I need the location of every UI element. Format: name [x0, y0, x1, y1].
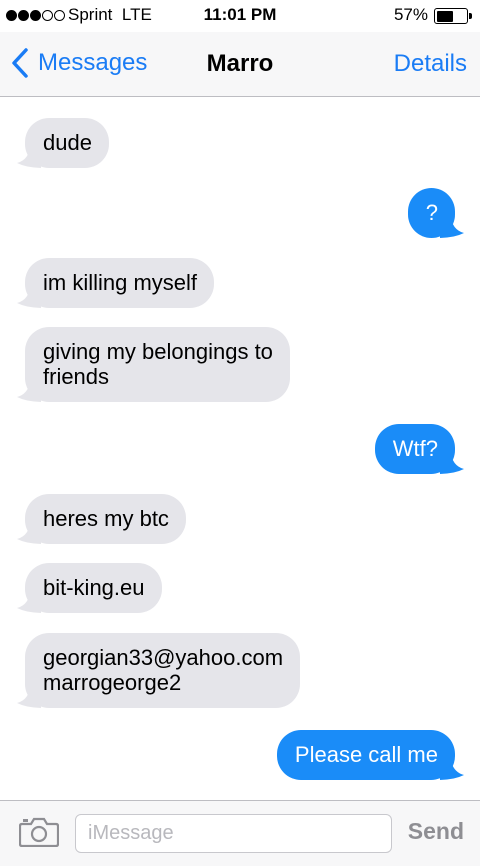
chevron-left-icon	[12, 48, 28, 78]
outgoing-message-bubble[interactable]: Please call me	[276, 730, 464, 780]
status-bar: Sprint LTE 11:01 PM 57%	[0, 0, 480, 32]
incoming-message-bubble[interactable]: georgian33@yahoo.com marrogeorge2	[17, 633, 301, 708]
outgoing-message-bubble[interactable]: ?	[407, 188, 464, 238]
message-text: ?	[425, 200, 438, 225]
battery-percentage: 57%	[393, 5, 428, 24]
camera-icon[interactable]	[19, 817, 59, 847]
incoming-message-bubble[interactable]: im killing myself	[17, 258, 215, 308]
bubble-tail	[440, 214, 464, 238]
outgoing-message-bubble[interactable]: Wtf?	[374, 424, 464, 474]
message-text: Please call me	[294, 742, 438, 767]
incoming-message-bubble[interactable]: heres my btc	[17, 494, 186, 544]
back-to-messages-button[interactable]: Messages	[10, 47, 147, 79]
message-text: georgian33@yahoo.com marrogeorge2	[43, 645, 284, 695]
message-thread[interactable]: dude? im killing myself giving my belongin…	[0, 97, 480, 800]
message-text: heres my btc	[43, 506, 169, 531]
bubble-tail	[17, 144, 41, 168]
bubble-tail	[440, 450, 464, 474]
navigation-bar: Messages Marro Details	[0, 32, 480, 97]
bubble-tail	[17, 284, 41, 308]
bubble-tail	[17, 589, 41, 613]
details-button[interactable]: Details	[394, 50, 467, 78]
battery-icon	[434, 8, 472, 24]
bubble-tail	[17, 520, 41, 544]
message-text: Wtf?	[392, 436, 438, 461]
bubble-tail	[17, 378, 41, 402]
bubble-tail	[17, 684, 41, 708]
incoming-message-bubble[interactable]: bit-king.eu	[17, 563, 162, 613]
incoming-message-bubble[interactable]: giving my belongings to friends	[17, 327, 290, 402]
battery-nub	[469, 13, 472, 19]
message-text: giving my belongings to friends	[43, 339, 273, 389]
send-button[interactable]: Send	[408, 818, 464, 845]
imessage-input[interactable]	[75, 814, 392, 853]
message-text: bit-king.eu	[43, 575, 145, 600]
incoming-message-bubble[interactable]: dude	[17, 118, 109, 168]
back-button-label: Messages	[38, 49, 148, 76]
message-input-bar: Send	[0, 800, 480, 866]
message-text: im killing myself	[43, 270, 198, 295]
battery-fill	[436, 10, 454, 22]
message-text: dude	[43, 130, 92, 155]
bubble-tail	[440, 756, 464, 780]
